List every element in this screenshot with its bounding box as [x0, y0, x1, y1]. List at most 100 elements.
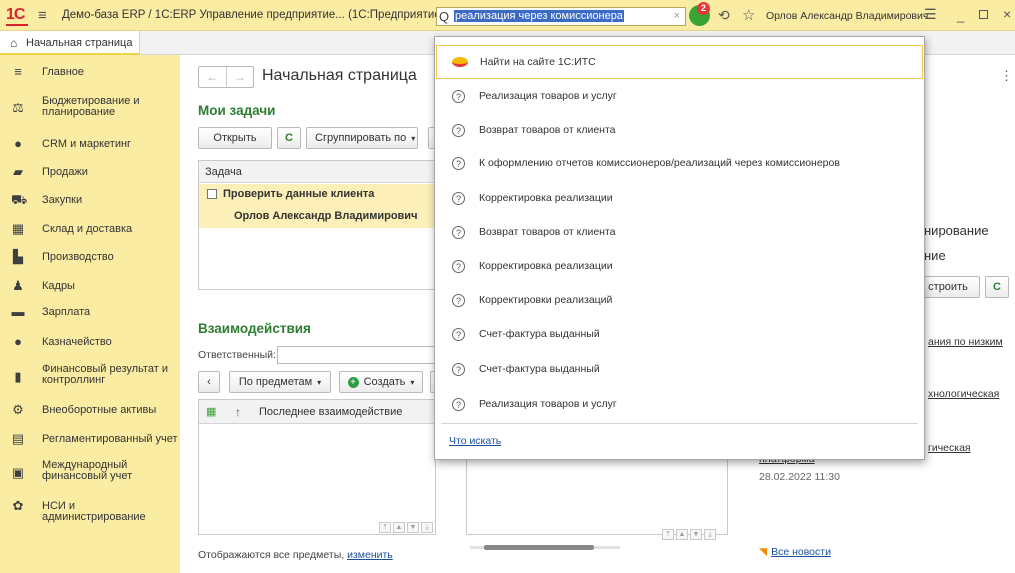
favorites-star-icon[interactable]: ☆	[742, 6, 755, 24]
sidebar-item-label: НСИ и администрирование	[42, 500, 146, 523]
sales-icon: ▰	[13, 164, 23, 179]
scroll-top-icon[interactable]: ⤒	[379, 522, 391, 533]
scroll-down-icon[interactable]: ▼	[690, 529, 702, 540]
sidebar-item-purchases[interactable]: ⛟ Закупки	[0, 185, 180, 213]
minimize-icon[interactable]: _	[957, 8, 964, 23]
scroll-down-icon[interactable]: ▼	[407, 522, 419, 533]
group-by-label: Сгруппировать по	[315, 132, 407, 144]
search-results-dropdown: Найти на сайте 1С:ИТС ? Реализация товар…	[434, 36, 925, 460]
close-icon[interactable]: ×	[1003, 6, 1011, 22]
footer-text: Отображаются все предметы,	[198, 549, 345, 561]
interactions-table: ▦ ↑ Последнее взаимодействие ⤒ ▲ ▼ ⤓	[198, 399, 436, 535]
search-result-its[interactable]: Найти на сайте 1С:ИТС	[436, 45, 923, 79]
sidebar-item-financial-result[interactable]: ▮ Финансовый результат и контроллинг	[0, 360, 180, 388]
news-link-3[interactable]: гическая	[928, 442, 971, 454]
sidebar-item-main[interactable]: ≡ Главное	[0, 57, 180, 85]
scroll-bottom-icon[interactable]: ⤓	[421, 522, 433, 533]
main-menu-icon[interactable]: ≡	[38, 7, 47, 24]
help-icon: ?	[452, 123, 465, 137]
search-result[interactable]: ? Возврат товаров от клиента	[436, 113, 923, 147]
plus-icon: +	[347, 376, 359, 388]
last-interaction-column: Последнее взаимодействие	[259, 406, 403, 418]
refresh-news-icon[interactable]: C	[985, 276, 1009, 298]
sort-up-icon[interactable]: ↑	[235, 405, 241, 419]
search-result[interactable]: ? Реализация товаров и услуг	[436, 387, 923, 421]
sidebar-item-label: Производство	[42, 251, 114, 263]
by-subject-button[interactable]: По предметам ▾	[229, 371, 331, 393]
open-button[interactable]: Открыть	[198, 127, 272, 149]
search-result[interactable]: ? Возврат товаров от клиента	[436, 215, 923, 249]
back-arrow-icon[interactable]: ←	[199, 67, 227, 87]
sidebar-item-treasury[interactable]: ● Казначейство	[0, 327, 180, 355]
more-options-icon[interactable]: ⋮	[1000, 68, 1013, 84]
sidebar-item-crm[interactable]: ● CRM и маркетинг	[0, 129, 180, 157]
user-name[interactable]: Орлов Александр Владимирович	[766, 10, 928, 22]
sidebar-item-admin[interactable]: ✿ НСИ и администрирование	[0, 491, 180, 523]
scroll-top-icon[interactable]: ⤒	[662, 529, 674, 540]
search-input[interactable]: Q реализация через комиссионера ×	[436, 7, 686, 26]
result-label: Корректировки реализаций	[479, 294, 613, 306]
refresh-icon[interactable]: C	[277, 127, 301, 149]
search-result[interactable]: ? Корректировка реализации	[436, 249, 923, 283]
settings-menu-icon[interactable]: ☰	[924, 6, 937, 23]
search-result[interactable]: ? К оформлению отчетов комиссионеров/реа…	[436, 146, 923, 180]
responsible-field[interactable]	[277, 346, 436, 364]
all-news-link[interactable]: Все новости	[771, 546, 831, 558]
sidebar-item-regulated[interactable]: ▤ Регламентированный учет	[0, 424, 180, 452]
scroll-up-icon[interactable]: ▲	[676, 529, 688, 540]
dropdown-arrow-icon: ▾	[410, 377, 415, 387]
create-button[interactable]: + Создать ▾	[339, 371, 423, 393]
panel-scroll-controls[interactable]: ⤒ ▲ ▼ ⤓	[662, 529, 716, 540]
sidebar-item-hr[interactable]: ♟ Кадры	[0, 271, 180, 299]
search-result[interactable]: ? Счет-фактура выданный	[436, 352, 923, 386]
table-scroll-controls[interactable]: ⤒ ▲ ▼ ⤓	[379, 522, 433, 533]
history-icon[interactable]: ⟲	[718, 7, 730, 24]
search-result[interactable]: ? Реализация товаров и услуг	[436, 79, 923, 113]
news-link-2[interactable]: хнологическая	[928, 388, 999, 400]
rss-icon: ◥	[759, 546, 768, 558]
tasks-section-title: Мои задачи	[198, 103, 276, 118]
sidebar-item-production[interactable]: ▙ Производство	[0, 242, 180, 270]
sidebar-item-warehouse[interactable]: ▦ Склад и доставка	[0, 214, 180, 242]
forward-arrow-icon[interactable]: →	[227, 67, 254, 87]
customize-button[interactable]: строить	[916, 276, 980, 298]
maximize-icon[interactable]	[979, 10, 988, 19]
tab-home[interactable]: ⌂ Начальная страница	[0, 31, 140, 55]
sidebar-item-fixed-assets[interactable]: ⚙ Внеоборотные активы	[0, 395, 180, 423]
sidebar-item-salary[interactable]: ▬ Зарплата	[0, 297, 180, 325]
scroll-bottom-icon[interactable]: ⤓	[704, 529, 716, 540]
sidebar-item-intl-finance[interactable]: ▣ Международный финансовый учет	[0, 456, 180, 484]
what-to-search-link[interactable]: Что искать	[449, 435, 501, 447]
tab-home-label: Начальная страница	[26, 37, 133, 49]
news-link-1[interactable]: ания по низким	[928, 336, 1003, 348]
factory-icon: ▙	[13, 249, 23, 264]
result-label: Корректировка реализации	[479, 260, 613, 272]
scroll-up-icon[interactable]: ▲	[393, 522, 405, 533]
search-result[interactable]: ? Корректировки реализаций	[436, 283, 923, 317]
budget-icon: ⚖	[12, 100, 24, 115]
clear-icon[interactable]: ×	[674, 10, 680, 22]
sidebar-item-label: Зарплата	[42, 306, 91, 318]
table-row[interactable]: Проверить данные клиента	[199, 184, 437, 206]
interactions-header: ▦ ↑ Последнее взаимодействие	[199, 400, 435, 424]
group-by-button[interactable]: Сгруппировать по ▾	[306, 127, 418, 149]
scrollbar-thumb[interactable]	[484, 545, 594, 550]
horizontal-scrollbar[interactable]	[470, 543, 620, 552]
result-label: Возврат товаров от клиента	[479, 124, 616, 136]
sidebar-item-label: Внеоборотные активы	[42, 404, 157, 416]
search-result[interactable]: ? Корректировка реализации	[436, 181, 923, 215]
change-link[interactable]: изменить	[347, 549, 393, 561]
all-news[interactable]: ◥ Все новости	[759, 546, 831, 558]
window-title: Демо-база ERP / 1С:ERP Управление предпр…	[62, 9, 445, 21]
search-query[interactable]: реализация через комиссионера	[454, 10, 624, 22]
task-icon	[207, 189, 217, 200]
its-icon	[452, 57, 468, 67]
collapse-icon[interactable]: ‹	[198, 371, 220, 393]
treasury-icon: ●	[14, 334, 22, 349]
search-result[interactable]: ? Счет-фактура выданный	[436, 317, 923, 351]
sidebar-item-budget[interactable]: ⚖ Бюджетирование и планирование	[0, 92, 180, 120]
table-row[interactable]: Орлов Александр Владимирович	[199, 206, 437, 228]
menu-icon: ≡	[14, 64, 22, 79]
gear-icon: ✿	[12, 498, 24, 513]
sidebar-item-sales[interactable]: ▰ Продажи	[0, 157, 180, 185]
